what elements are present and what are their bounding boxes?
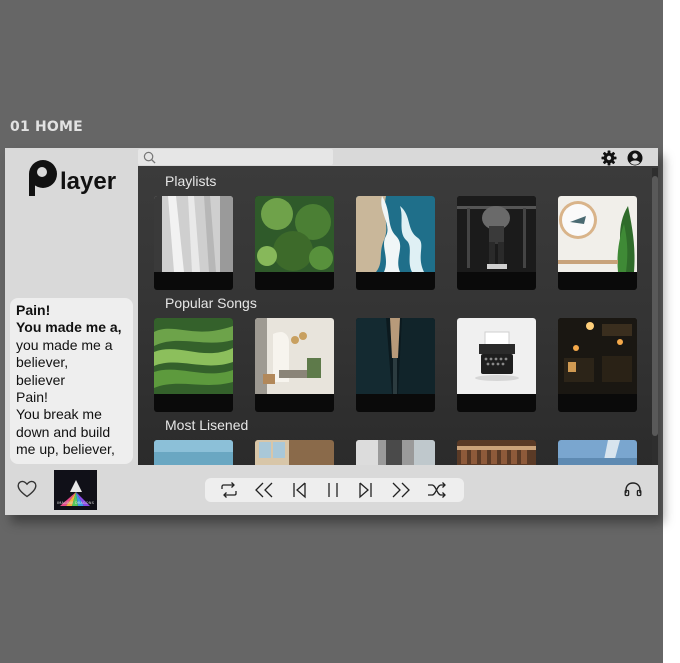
section-title-playlists: Playlists [165,173,217,189]
search-input[interactable] [158,149,328,165]
main-content: Playlists Popular Songs Most Lisened [138,148,658,465]
heart-icon[interactable] [17,480,37,498]
song-card[interactable] [255,318,334,412]
lyric-line: me up, believer, [16,441,115,458]
scrollbar-thumb[interactable] [652,176,658,436]
popular-songs-row [154,318,638,412]
page-heading: 01 HOME [10,119,83,135]
playlist-artwork [356,196,435,272]
search-icon[interactable] [143,151,156,164]
playlist-card[interactable] [457,196,536,290]
recent-artwork [558,440,637,465]
playlists-row [154,196,638,290]
pause-icon[interactable] [323,481,343,499]
logo-text: layer [60,168,117,195]
skip-previous-icon[interactable] [290,481,310,499]
playlist-artwork [255,196,334,272]
search-box[interactable] [138,149,333,165]
song-artwork [457,318,536,394]
user-icon[interactable] [627,150,643,166]
sidebar: layer Pain! You made me a, you made me a be… [5,148,138,465]
playlist-card[interactable] [558,196,637,290]
recent-card[interactable] [356,440,435,465]
album-thumbnail[interactable]: IMAGINE DRAGONS [54,470,97,510]
lyric-line: Pain! [16,302,51,318]
recent-artwork [356,440,435,465]
section-title-most-listened: Most Lisened [165,417,249,433]
lyric-line: You made me a, [16,319,122,336]
recent-artwork [255,440,334,465]
playlist-card[interactable] [356,196,435,290]
section-title-popular-songs: Popular Songs [165,295,257,311]
app-canvas: 01 HOME layer Pain! You made me a, you mad… [0,0,663,663]
song-artwork [154,318,233,394]
recent-card[interactable] [457,440,536,465]
player-window: layer Pain! You made me a, you made me a be… [5,148,658,515]
most-listened-row [154,440,638,465]
lyrics-list: Pain! You made me a, you made me a believer… [16,302,127,459]
album-title: IMAGINE DRAGONS [57,501,95,505]
top-bar [138,148,658,166]
app-logo[interactable]: layer [29,160,129,200]
shuffle-icon[interactable] [427,481,447,499]
playlist-artwork [457,196,536,272]
song-artwork [255,318,334,394]
playback-controls [205,478,464,502]
playlist-artwork [558,196,637,272]
rewind-icon[interactable] [252,481,276,499]
lyric-line: Pain! [16,389,48,406]
song-card[interactable] [154,318,233,412]
lyric-line: believer [16,371,66,388]
song-card[interactable] [457,318,536,412]
lyric-line: you made me a [16,336,113,353]
gear-icon[interactable] [601,150,617,166]
playlist-card[interactable] [154,196,233,290]
playlist-card[interactable] [255,196,334,290]
player-bar: IMAGINE DRAGONS [5,465,658,515]
recent-card[interactable] [558,440,637,465]
lyric-line: down and build [16,423,111,440]
recent-card[interactable] [154,440,233,465]
fast-forward-icon[interactable] [389,481,413,499]
song-card[interactable] [558,318,637,412]
headphones-icon[interactable] [623,480,643,498]
logo-stem [29,174,35,196]
playlist-artwork [154,196,233,272]
lyrics-panel[interactable]: Pain! You made me a, you made me a believer… [10,298,133,464]
lyric-line: You break me [16,406,102,423]
recent-artwork [154,440,233,465]
song-card[interactable] [356,318,435,412]
recent-card[interactable] [255,440,334,465]
song-artwork [356,318,435,394]
repeat-icon[interactable] [219,481,239,499]
skip-next-icon[interactable] [355,481,375,499]
recent-artwork [457,440,536,465]
lyric-line: believer, [16,354,69,371]
song-artwork [558,318,637,394]
